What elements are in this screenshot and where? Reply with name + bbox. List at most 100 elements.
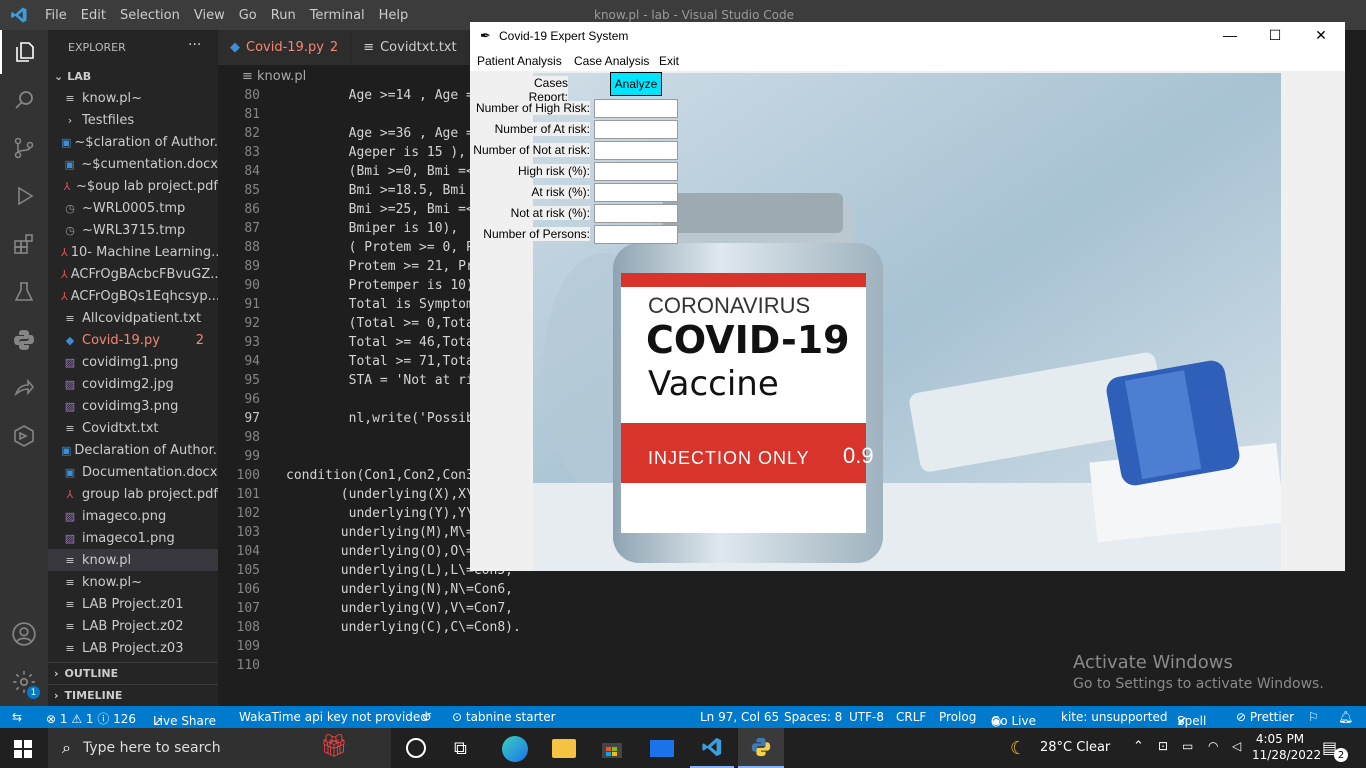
taskbar-search-box[interactable]: ⌕ Type here to search 🎁︎ [48, 728, 391, 768]
code-line[interactable]: underlying(V),V\=Con7, [286, 601, 513, 616]
history-icon[interactable]: ↺ [422, 710, 432, 724]
field-entry[interactable] [594, 204, 678, 223]
remote-indicator[interactable]: ⇆ [12, 710, 22, 724]
windows-start-icon[interactable] [14, 740, 32, 762]
field-entry[interactable] [594, 99, 678, 118]
file-item[interactable]: ▨ covidimg2.jpg [48, 373, 218, 395]
field-entry[interactable] [594, 162, 678, 181]
explorer-icon[interactable] [0, 30, 48, 74]
wakatime-status[interactable]: WakaTime api key not provided [239, 710, 428, 724]
run-debug-icon[interactable] [0, 174, 48, 218]
file-item[interactable]: ≡ know.pl~ [48, 571, 218, 593]
code-line[interactable]: Bmi >=18.5, Bmi [286, 183, 466, 198]
testing-icon[interactable] [0, 270, 48, 314]
file-item[interactable]: ▣ ~$claration of Author... [48, 131, 218, 153]
python-icon[interactable] [0, 318, 48, 362]
code-line[interactable]: Total >= 46,Tota [286, 335, 474, 350]
file-item[interactable]: ≡ LAB Project.z01 [48, 593, 218, 615]
file-item[interactable]: ≡ Covidtxt.txt [48, 417, 218, 439]
search-icon[interactable] [0, 78, 48, 122]
code-line[interactable]: (Total >= 0,Tota [286, 316, 474, 331]
tray-network-icon[interactable]: ⊡ [1158, 739, 1168, 753]
tray-chevron-up-icon[interactable]: ⌃ [1133, 739, 1144, 754]
tray-wifi-icon[interactable]: ◠ [1208, 739, 1218, 753]
live-share-icon[interactable] [0, 366, 48, 410]
prettier-status[interactable]: ⊘ Prettier [1236, 710, 1294, 724]
code-line[interactable]: nl,write('Possib [286, 411, 474, 426]
more-actions-icon[interactable]: ··· [188, 37, 201, 53]
file-item[interactable]: › Testfiles [48, 109, 218, 131]
feedback-icon[interactable]: ⚐ [1308, 710, 1319, 724]
menu-terminal[interactable]: Terminal [303, 8, 372, 23]
file-item[interactable]: ≡ Allcovidpatient.txt [48, 307, 218, 329]
vscode-taskbar-icon[interactable] [690, 728, 734, 768]
code-line[interactable]: Bmiper is 10), [286, 221, 459, 236]
code-line[interactable]: Ageper is 15 ), [286, 145, 466, 160]
field-entry[interactable] [594, 183, 678, 202]
timeline-section[interactable]: › TIMELINE [48, 684, 218, 706]
code-editor[interactable]: 80 Age >=14 , Age = 81 82 Age >=36 , Age =… [218, 87, 521, 706]
close-button[interactable]: ✕ [1311, 27, 1331, 44]
language-mode[interactable]: Prolog [939, 710, 976, 724]
file-item[interactable]: ▣ Documentation.docx [48, 461, 218, 483]
analyze-button[interactable]: Analyze [610, 72, 662, 96]
clock[interactable]: 4:05 PM 11/28/2022 [1252, 731, 1321, 763]
code-line[interactable]: underlying(Y),Y\ [286, 506, 474, 521]
kite-status[interactable]: kite: unsupported [1061, 710, 1168, 724]
file-explorer-icon[interactable] [552, 739, 576, 758]
menu-exit[interactable]: Exit [659, 54, 679, 68]
cursor-position[interactable]: Ln 97, Col 65 [700, 710, 779, 724]
code-line[interactable]: Protem >= 21, Pr [286, 259, 474, 274]
menu-case-analysis[interactable]: Case Analysis [574, 54, 649, 68]
source-control-icon[interactable] [0, 126, 48, 170]
file-item[interactable]: ▨ covidimg1.png [48, 351, 218, 373]
tabnine-status[interactable]: ⊙ tabnine starter [452, 710, 556, 724]
encoding[interactable]: UTF-8 [849, 710, 884, 724]
file-item[interactable]: ▣ ~$cumentation.docx [48, 153, 218, 175]
minimize-button[interactable]: — [1220, 27, 1240, 43]
mail-icon[interactable] [650, 740, 674, 757]
menu-patient-analysis[interactable]: Patient Analysis [477, 54, 562, 68]
file-item[interactable]: ▣ Declaration of Author... [48, 439, 218, 461]
code-line[interactable]: Bmi >=25, Bmi =< [286, 202, 474, 217]
python-taskbar-icon[interactable] [738, 728, 784, 768]
field-entry[interactable] [594, 120, 678, 139]
manage-gear-icon[interactable]: 1 [0, 660, 48, 704]
code-line[interactable]: Age >=36 , Age = [286, 126, 474, 141]
field-entry[interactable] [594, 141, 678, 160]
code-line[interactable]: Total is Symptom [286, 297, 474, 312]
extensions-icon[interactable] [0, 222, 48, 266]
file-item[interactable]: ≡ LAB Project.z02 [48, 615, 218, 637]
tab-covid-19-py[interactable]: ◆ Covid-19.py 2 [218, 30, 352, 65]
code-line[interactable]: (Bmi >=0, Bmi =< [286, 164, 474, 179]
edge-icon[interactable] [502, 736, 528, 762]
file-item[interactable]: ▨ imageco.png [48, 505, 218, 527]
file-item[interactable]: ◷ ~WRL3715.tmp [48, 219, 218, 241]
file-item[interactable]: ◆ Covid-19.py 2 [48, 329, 218, 351]
file-item[interactable]: ⅄ ACFrOgBQs1Eqhcsyp... [48, 285, 218, 307]
tab-covidtxt-txt[interactable]: ≡ Covidtxt.txt [351, 30, 470, 65]
menu-go[interactable]: Go [232, 8, 264, 23]
breadcrumb[interactable]: ≡ know.pl [218, 65, 470, 87]
file-item[interactable]: ≡ know.pl~ [48, 87, 218, 109]
file-item[interactable]: ≡ know.pl [48, 549, 218, 571]
remote-explorer-icon[interactable] [0, 414, 48, 458]
menu-view[interactable]: View [187, 8, 232, 23]
code-line[interactable]: STA = 'Not at ri [286, 373, 474, 388]
code-line[interactable]: Total >= 71,Tota [286, 354, 474, 369]
code-line[interactable]: Protemper is 10) [286, 278, 474, 293]
menu-help[interactable]: Help [372, 8, 416, 23]
field-entry[interactable] [594, 225, 678, 244]
accounts-icon[interactable] [0, 612, 48, 656]
menu-selection[interactable]: Selection [113, 8, 187, 23]
code-line[interactable]: underlying(C),C\=Con8). [286, 620, 521, 635]
file-item[interactable]: ▨ imageco1.png [48, 527, 218, 549]
file-item[interactable]: ⅄ group lab project.pdf [48, 483, 218, 505]
cortana-icon[interactable] [406, 738, 426, 758]
tray-battery-icon[interactable]: ▭ [1182, 739, 1193, 753]
maximize-button[interactable]: ☐ [1265, 27, 1285, 44]
code-line[interactable]: underlying(O),O\= [286, 544, 474, 559]
file-item[interactable]: ▨ covidimg3.png [48, 395, 218, 417]
code-line[interactable]: (underlying(X),X\ [286, 487, 474, 502]
code-line[interactable]: underlying(N),N\=Con6, [286, 582, 513, 597]
